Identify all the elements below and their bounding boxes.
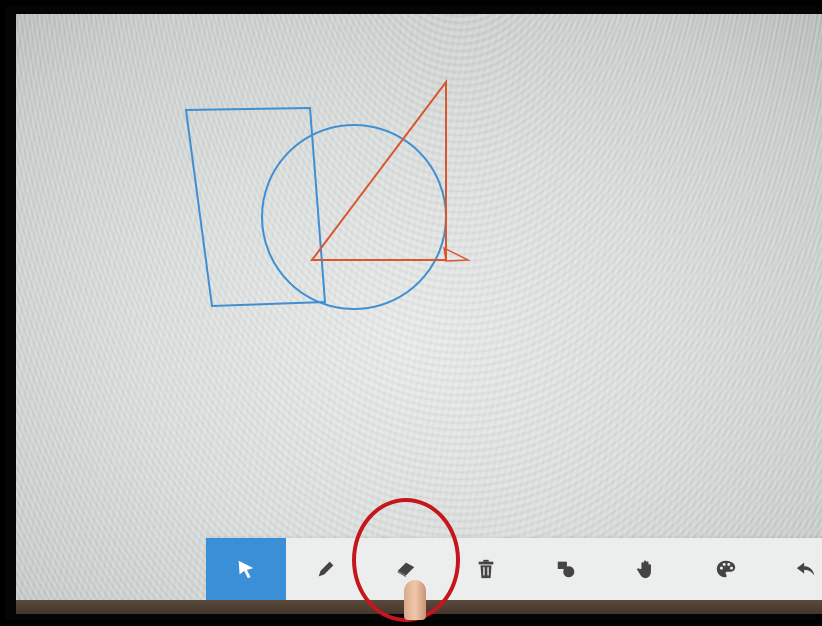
red-triangle-shape[interactable]	[309, 79, 447, 261]
select-tool-button[interactable]	[206, 538, 286, 600]
color-tool-button[interactable]	[686, 538, 766, 600]
pan-tool-button[interactable]	[606, 538, 686, 600]
shapes-icon	[557, 561, 575, 578]
blue-rectangle-shape[interactable]	[184, 106, 327, 308]
hand-icon	[637, 560, 651, 579]
undo-tool-button[interactable]	[766, 538, 822, 600]
red-triangle-corner-mark	[443, 246, 471, 262]
pointing-finger	[404, 580, 426, 620]
shapes-tool-button[interactable]	[526, 538, 606, 600]
palette-icon	[716, 560, 736, 578]
pencil-icon	[318, 561, 334, 577]
undo-arrow-icon	[796, 562, 815, 576]
trash-icon	[478, 559, 494, 579]
whiteboard-toolbar	[206, 538, 822, 600]
photo-frame	[6, 6, 822, 622]
cursor-arrow-icon	[238, 560, 254, 579]
blue-circle-shape[interactable]	[261, 124, 447, 310]
